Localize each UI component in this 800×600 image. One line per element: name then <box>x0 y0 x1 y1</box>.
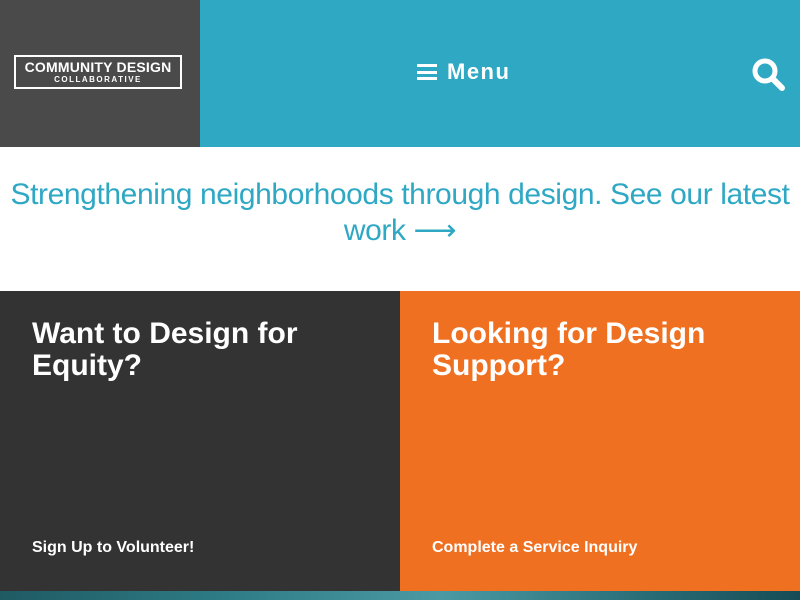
logo-subtitle: COLLABORATIVE <box>54 75 142 84</box>
volunteer-heading: Want to Design for Equity? <box>32 317 298 382</box>
logo-area: COMMUNITY DESIGN COLLABORATIVE <box>0 0 200 147</box>
search-icon <box>752 58 785 91</box>
menu-button[interactable]: Menu <box>417 58 510 86</box>
volunteer-link[interactable]: Sign Up to Volunteer! <box>32 539 194 557</box>
volunteer-panel: Want to Design for Equity? Sign Up to Vo… <box>0 291 400 591</box>
search-button[interactable] <box>750 56 786 92</box>
hero-image-strip <box>0 591 800 600</box>
site-logo[interactable]: COMMUNITY DESIGN COLLABORATIVE <box>14 55 182 89</box>
menu-label: Menu <box>447 59 511 84</box>
service-inquiry-link[interactable]: Complete a Service Inquiry <box>432 539 637 557</box>
latest-work-link[interactable]: Strengthening neighborhoods through desi… <box>0 177 800 249</box>
hamburger-icon <box>417 64 437 80</box>
logo-title: COMMUNITY DESIGN <box>24 59 172 75</box>
tagline-section: Strengthening neighborhoods through desi… <box>0 147 800 291</box>
site-header: COMMUNITY DESIGN COLLABORATIVE Menu <box>0 0 800 147</box>
support-panel: Looking for Design Support? Complete a S… <box>400 291 800 591</box>
support-heading: Looking for Design Support? <box>432 317 706 382</box>
